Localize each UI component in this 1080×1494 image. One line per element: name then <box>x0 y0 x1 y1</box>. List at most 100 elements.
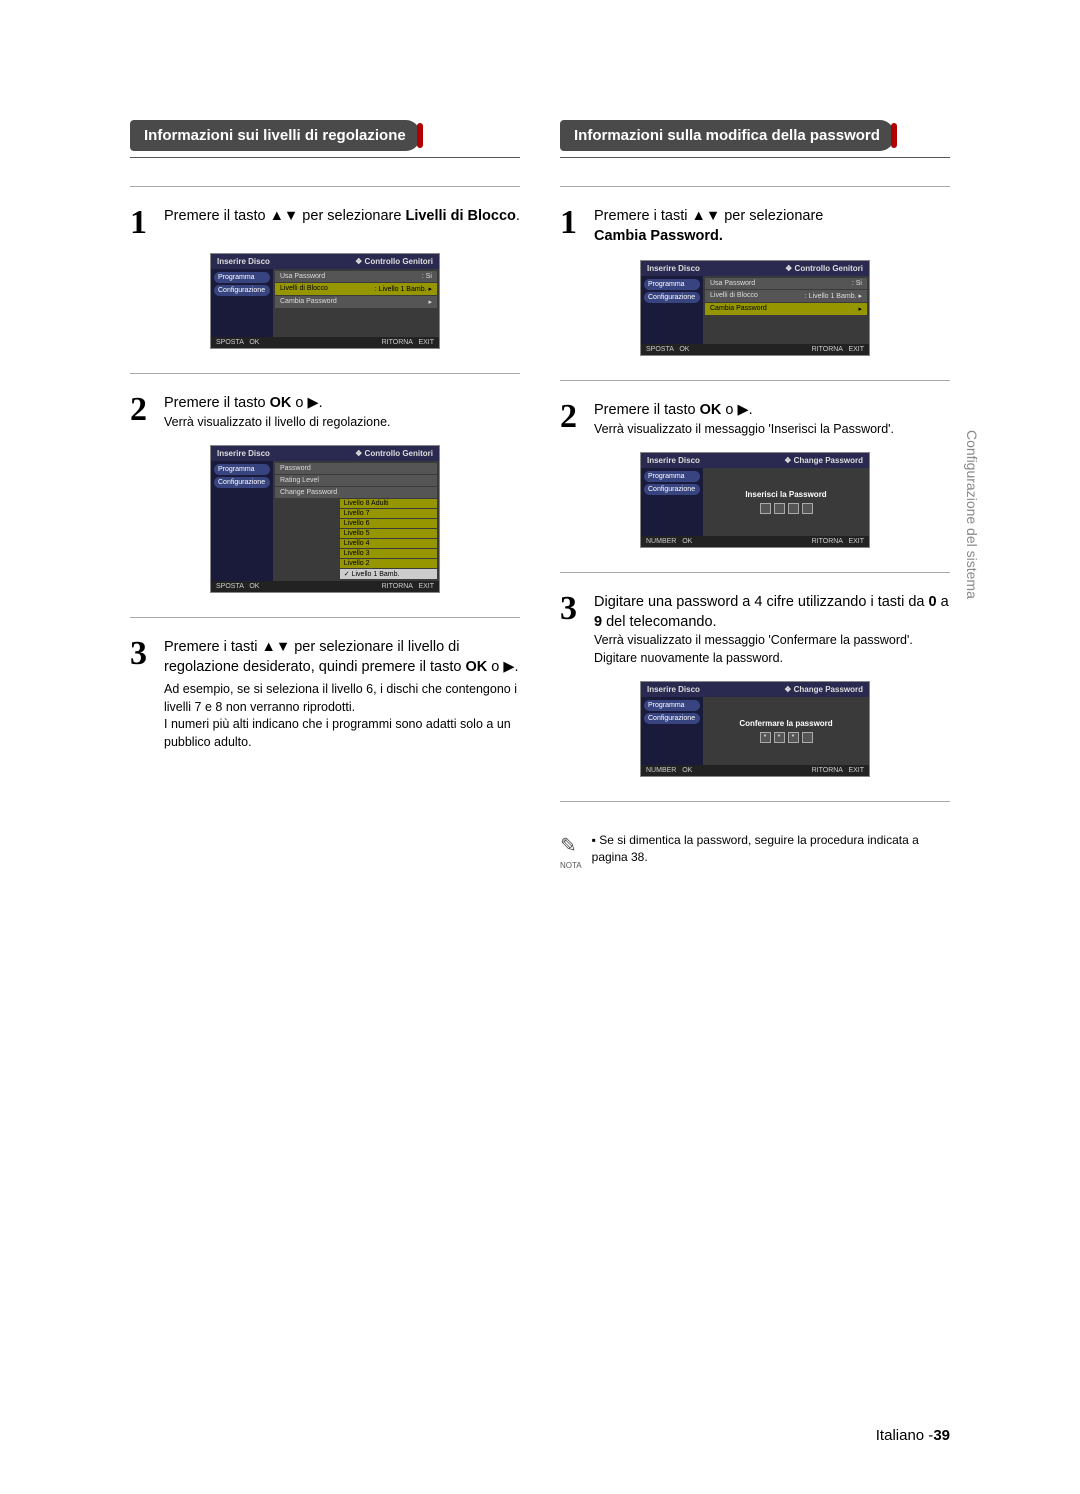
osd-side-item: Programma <box>644 700 700 711</box>
text: Digitare una password a 4 cifre utilizza… <box>594 594 928 610</box>
osd-screenshot: Inserire Disco❖ Controllo Genitori Progr… <box>640 260 870 356</box>
osd-foot: RITORNA <box>382 583 413 590</box>
osd-screenshot: Inserire Disco ❖ Controllo Genitori Progr… <box>210 445 440 593</box>
text: a <box>937 594 949 610</box>
osd-label: Cambia Password <box>710 305 767 313</box>
step-2-right: 2 Premere il tasto OK o ▶. Verrà visuali… <box>560 401 950 438</box>
note-icon: ✎ <box>560 832 582 860</box>
text: per selezionare <box>298 208 405 224</box>
bullet-icon: ▪ <box>592 833 596 847</box>
divider <box>130 157 520 158</box>
osd-foot: EXIT <box>848 346 864 353</box>
osd-prompt: Inserisci la Password <box>745 490 826 499</box>
subtext: I numeri più alti indicano che i program… <box>164 716 520 751</box>
osd-label: Livelli di Blocco <box>280 285 328 293</box>
osd-label: Change Password <box>280 489 337 496</box>
step-3-left: 3 Premere i tasti ▲▼ per selezionare il … <box>130 638 520 751</box>
text-bold: OK <box>270 395 292 411</box>
osd-breadcrumb: ❖ Change Password <box>784 685 863 694</box>
step-number: 2 <box>560 401 586 433</box>
osd-side-item: Configurazione <box>214 285 270 296</box>
osd-value: : Si <box>852 280 862 287</box>
step-number: 2 <box>130 394 156 426</box>
step-1-right: 1 Premere i tasti ▲▼ per selezionare Cam… <box>560 207 950 246</box>
password-boxes <box>760 503 813 514</box>
section-header-right: Informazioni sulla modifica della passwo… <box>560 120 894 151</box>
osd-label: Usa Password <box>280 273 325 280</box>
osd-level: Livello 5 <box>340 529 437 538</box>
osd-level: Livello 3 <box>340 549 437 558</box>
osd-level: Livello 8 Adulti <box>340 499 437 508</box>
osd-level: Livello 6 <box>340 519 437 528</box>
text: Premere i tasti <box>594 208 692 224</box>
text-bold: 9 <box>594 614 602 630</box>
osd-title: Inserire Disco <box>647 456 700 465</box>
step-1-left: 1 Premere il tasto ▲▼ per selezionare Li… <box>130 207 520 239</box>
subtext: Verrà visualizzato il messaggio 'Conferm… <box>594 632 950 667</box>
step-2-left: 2 Premere il tasto OK o ▶. Verrà visuali… <box>130 394 520 431</box>
osd-title: Inserire Disco <box>647 685 700 694</box>
divider <box>560 380 950 381</box>
osd-foot: NUMBER <box>646 767 676 774</box>
step-3-right: 3 Digitare una password a 4 cifre utiliz… <box>560 593 950 667</box>
osd-foot: NUMBER <box>646 538 676 545</box>
updown-icon: ▲▼ <box>270 208 299 224</box>
osd-breadcrumb: ❖ Controllo Genitori <box>355 449 433 458</box>
osd-foot: OK <box>249 583 259 590</box>
text-bold: Cambia Password. <box>594 228 723 244</box>
osd-foot: OK <box>249 339 259 346</box>
text-bold: OK <box>465 659 487 675</box>
text: o ▶. <box>291 395 322 411</box>
osd-side-item: Programma <box>214 464 270 475</box>
divider <box>130 617 520 618</box>
osd-foot: RITORNA <box>382 339 413 346</box>
text: Premere il tasto <box>594 402 700 418</box>
arrow-icon: ▸ <box>428 298 432 306</box>
footer-lang: Italiano - <box>876 1427 934 1444</box>
osd-level-selected: ✓ Livello 1 Bamb. <box>340 569 437 579</box>
osd-foot: RITORNA <box>812 767 843 774</box>
osd-prompt: Confermare la password <box>739 719 832 728</box>
osd-foot: EXIT <box>848 538 864 545</box>
divider <box>560 572 950 573</box>
updown-icon: ▲▼ <box>692 208 721 224</box>
arrow-icon: ▸ <box>858 305 862 313</box>
subtext: Verrà visualizzato il livello di regolaz… <box>164 414 520 432</box>
osd-title: Inserire Disco <box>217 257 270 266</box>
step-number: 1 <box>560 207 586 239</box>
osd-label: Livelli di Blocco <box>710 292 758 300</box>
osd-side-item: Programma <box>214 272 270 283</box>
text: Premere il tasto <box>164 208 270 224</box>
osd-foot: OK <box>679 346 689 353</box>
osd-foot: RITORNA <box>812 346 843 353</box>
step-number: 1 <box>130 207 156 239</box>
osd-foot: SPOSTA <box>646 346 674 353</box>
osd-foot: OK <box>682 538 692 545</box>
osd-foot: SPOSTA <box>216 339 244 346</box>
osd-foot: OK <box>682 767 692 774</box>
osd-foot: EXIT <box>848 767 864 774</box>
divider <box>560 186 950 187</box>
osd-title: Inserire Disco <box>217 449 270 458</box>
footer-page: 39 <box>933 1427 950 1444</box>
osd-level: Livello 7 <box>340 509 437 518</box>
osd-label: Password <box>280 465 311 472</box>
osd-foot: SPOSTA <box>216 583 244 590</box>
osd-screenshot: Inserire Disco ❖ Change Password Programm… <box>640 452 870 548</box>
subtext: Ad esempio, se si seleziona il livello 6… <box>164 681 520 716</box>
osd-side-item: Configurazione <box>644 292 700 303</box>
page-footer: Italiano -39 <box>0 1427 950 1444</box>
text-bold: 0 <box>928 594 936 610</box>
text-bold: Livelli di Blocco <box>405 208 515 224</box>
osd-breadcrumb: ❖ Controllo Genitori <box>355 257 433 266</box>
text: o ▶. <box>487 659 518 675</box>
osd-breadcrumb: ❖ Change Password <box>784 456 863 465</box>
osd-screenshot: Inserire Disco ❖ Controllo Genitori Progr… <box>210 253 440 349</box>
osd-value: : Livello 1 Bamb. ▸ <box>375 285 432 293</box>
osd-foot: RITORNA <box>812 538 843 545</box>
osd-side-item: Programma <box>644 471 700 482</box>
text: del telecomando. <box>602 614 716 630</box>
note-label: NOTA <box>560 860 582 871</box>
osd-side-item: Programma <box>644 279 700 290</box>
text: Premere i tasti <box>164 639 262 655</box>
